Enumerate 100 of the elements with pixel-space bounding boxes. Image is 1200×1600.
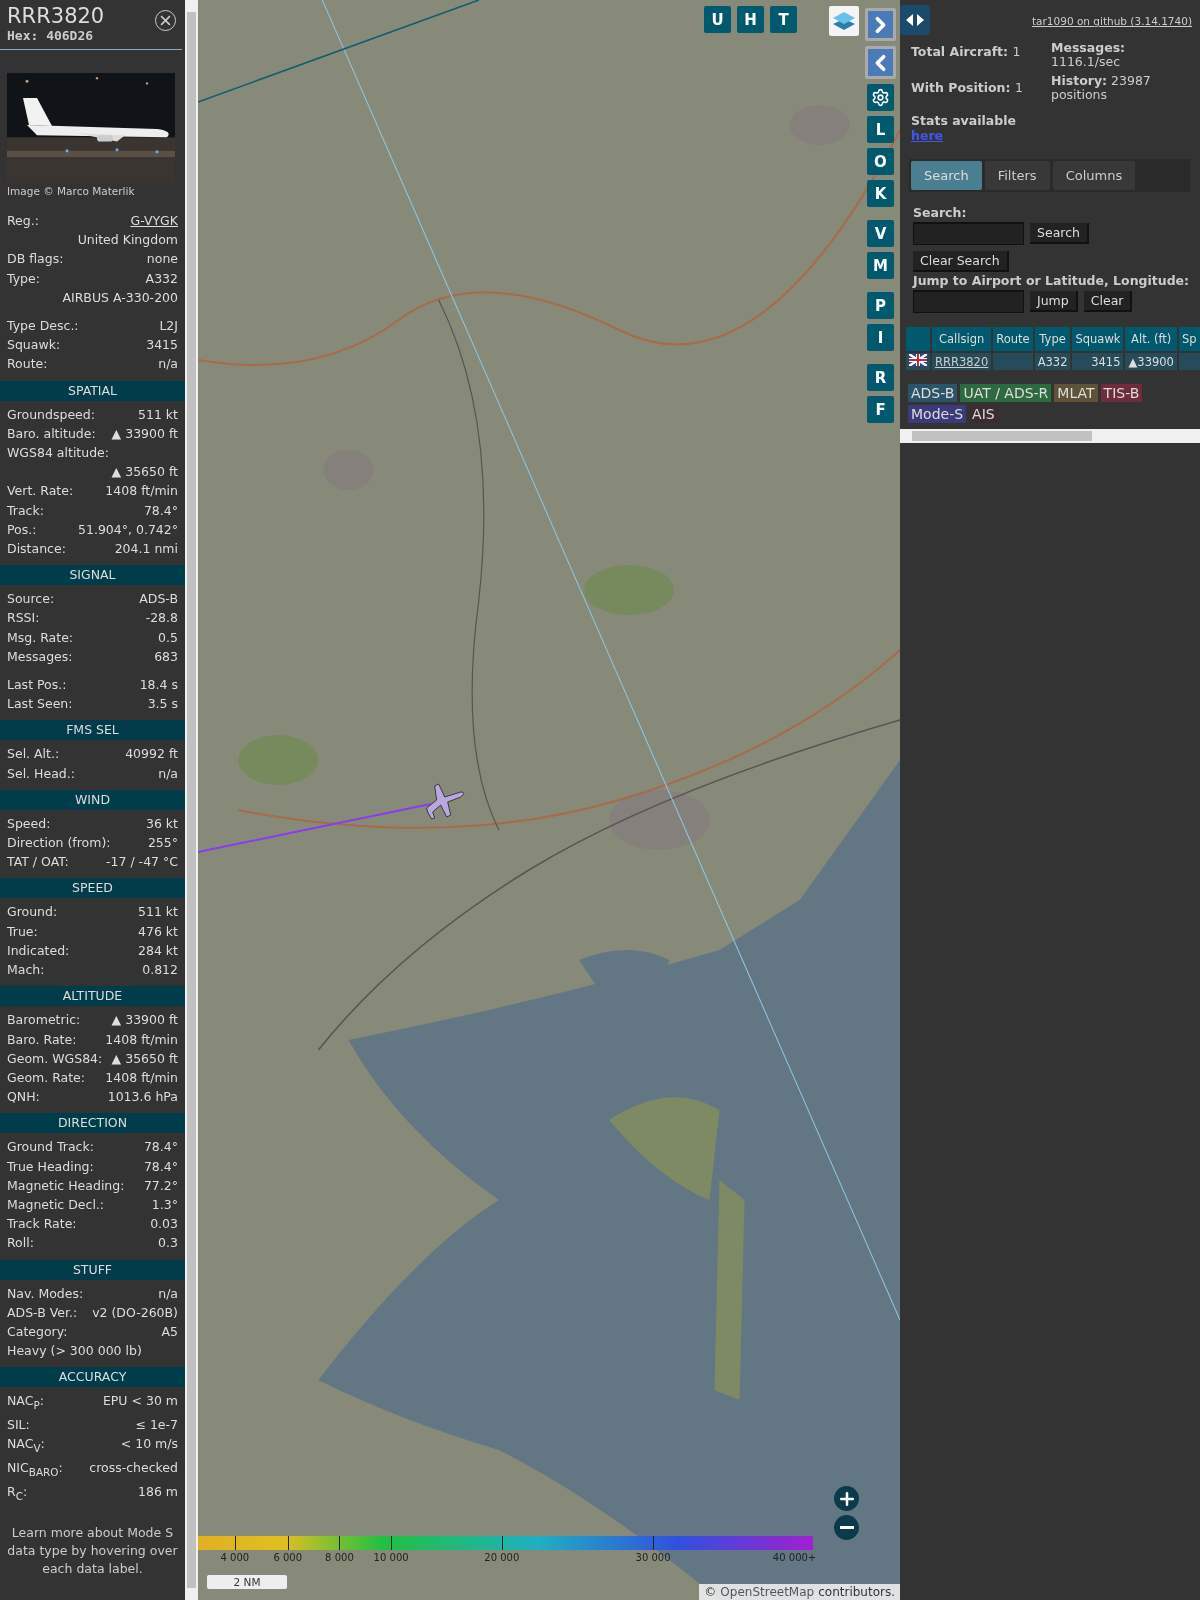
map-toggle-button[interactable]: M <box>867 252 894 279</box>
field-value: 3415 <box>146 336 178 355</box>
map-toggle-button[interactable]: P <box>867 292 894 319</box>
collapse-icon[interactable] <box>900 5 930 35</box>
table-header[interactable]: Callsign <box>932 327 992 351</box>
layers-icon[interactable] <box>829 6 859 36</box>
field-value: 1408 ft/min <box>105 1030 178 1049</box>
legend-label: 30 000 <box>635 1552 671 1563</box>
clear-button[interactable]: Clear <box>1083 291 1133 312</box>
map-toggle-button[interactable]: H <box>737 6 764 33</box>
field-value: 511 kt <box>138 903 178 922</box>
tab[interactable]: Columns <box>1052 161 1136 190</box>
section-header: SPEED <box>0 878 185 899</box>
field-value: EPU < 30 m <box>102 1392 178 1411</box>
table-header[interactable]: Type <box>1034 327 1071 351</box>
field-value: n/a <box>158 1284 178 1303</box>
table-header[interactable]: Alt. (ft) <box>1125 327 1177 351</box>
field-value: ▲ 33900 ft <box>111 424 178 443</box>
field-value: A5 <box>161 1322 178 1341</box>
table-cell: 3415 <box>1072 353 1124 370</box>
map-toggle-button[interactable]: F <box>867 396 894 423</box>
map-toggle-button[interactable]: U <box>704 6 731 33</box>
field-value: 1408 ft/min <box>105 1068 178 1087</box>
table-header[interactable]: Squawk <box>1072 327 1124 351</box>
registration-link[interactable]: G-VYGK <box>130 211 178 231</box>
field-value: L2J <box>159 317 178 335</box>
scale-bar: 2 NM <box>206 1574 288 1590</box>
jump-button[interactable]: Jump <box>1030 291 1078 312</box>
field-value: ▲ 35650 ft <box>111 463 178 482</box>
map-toggle-button[interactable]: K <box>867 180 894 207</box>
field-label: Heavy (> 300 000 lb) <box>7 1342 142 1361</box>
table-cell <box>1178 353 1200 370</box>
search-field[interactable] <box>913 222 1024 245</box>
table-header[interactable]: Sp <box>1178 327 1200 351</box>
field-label: Groundspeed: <box>7 405 95 424</box>
jump-field[interactable] <box>913 290 1024 313</box>
field-label: Route: <box>7 355 48 374</box>
field-value: ▲ 33900 ft <box>111 1011 178 1030</box>
version-link[interactable]: tar1090 on github (3.14.1740) <box>1032 15 1192 27</box>
map-toggle-button[interactable]: I <box>867 324 894 351</box>
field-label: Barometric: <box>7 1011 81 1030</box>
legend-label: 10 000 <box>373 1552 409 1563</box>
settings-icon[interactable] <box>867 84 894 111</box>
table-header[interactable]: Route <box>993 327 1033 351</box>
section-header: SIGNAL <box>0 565 185 586</box>
source-tag: ADS-B <box>908 384 958 402</box>
map-toggle-button[interactable]: R <box>867 364 894 391</box>
field-label: TAT / OAT: <box>7 853 69 872</box>
field-value: ≤ 1e-7 <box>135 1416 178 1435</box>
field-value: 683 <box>154 647 178 666</box>
field-value: ▲ 35650 ft <box>111 1049 178 1068</box>
section-header: ALTITUDE <box>0 986 185 1007</box>
jump-label: Jump to Airport or Latitude, Longitude: <box>913 274 1190 288</box>
previous-button[interactable] <box>865 46 896 79</box>
field-value: 0.5 <box>158 628 178 647</box>
map-toggle-button[interactable]: L <box>867 116 894 143</box>
table-cell[interactable]: RRR3820 <box>932 353 992 370</box>
field-value: 77.2° <box>143 1176 178 1195</box>
map-toggle-button[interactable]: V <box>867 220 894 247</box>
field-label: Track Rate: <box>7 1215 77 1234</box>
scrollbar[interactable] <box>900 429 1200 443</box>
stat-text: Messages: 1116.1/sec <box>1051 41 1127 69</box>
field-label: Pos.: <box>7 520 37 539</box>
map-toggle-button[interactable]: O <box>867 148 894 175</box>
source-tag: UAT / ADS-R <box>960 384 1052 402</box>
clear-search-button[interactable]: Clear Search <box>913 251 1009 272</box>
field-value: 0.812 <box>142 961 178 980</box>
attribution-link[interactable]: OpenStreetMap <box>720 1585 815 1599</box>
field-label: Speed: <box>7 814 51 833</box>
map-toggle-button[interactable]: T <box>770 6 797 33</box>
field-label: Track: <box>7 501 44 520</box>
field-label: Messages: <box>7 647 73 666</box>
legend-label: 40 000+ <box>772 1552 817 1563</box>
field-value: 78.4° <box>143 1138 178 1157</box>
field-label: Geom. Rate: <box>7 1068 86 1087</box>
field-label: Squawk: <box>7 336 61 355</box>
field-value: 255° <box>147 834 178 853</box>
field-value: -28.8 <box>145 609 178 628</box>
next-button[interactable] <box>865 8 896 41</box>
field-label: Magnetic Heading: <box>7 1176 125 1195</box>
field-label: Sel. Head.: <box>7 764 75 783</box>
legend-label: 6 000 <box>273 1552 303 1563</box>
field-label: Type Desc.: <box>7 317 79 335</box>
section-header: DIRECTION <box>0 1113 185 1134</box>
field-value: 476 kt <box>138 922 178 941</box>
field-label: Baro. altitude: <box>7 424 96 443</box>
scrollbar[interactable] <box>185 0 198 1600</box>
tab[interactable]: Filters <box>984 161 1050 190</box>
field-label: True Heading: <box>7 1157 94 1176</box>
legend-label: 20 000 <box>484 1552 520 1563</box>
field-value: 36 kt <box>145 814 178 833</box>
field-value: A332 <box>145 269 178 288</box>
field-label: Last Pos.: <box>7 676 67 695</box>
field-label: Magnetic Decl.: <box>7 1195 105 1214</box>
field-value: 1.3° <box>151 1195 178 1214</box>
aircraft-icon[interactable] <box>426 783 465 820</box>
field-label: Indicated: <box>7 941 70 960</box>
search-button[interactable]: Search <box>1030 223 1089 244</box>
field-label: ADS-B Ver.: <box>7 1303 78 1322</box>
field-value: 18.4 s <box>139 676 178 695</box>
